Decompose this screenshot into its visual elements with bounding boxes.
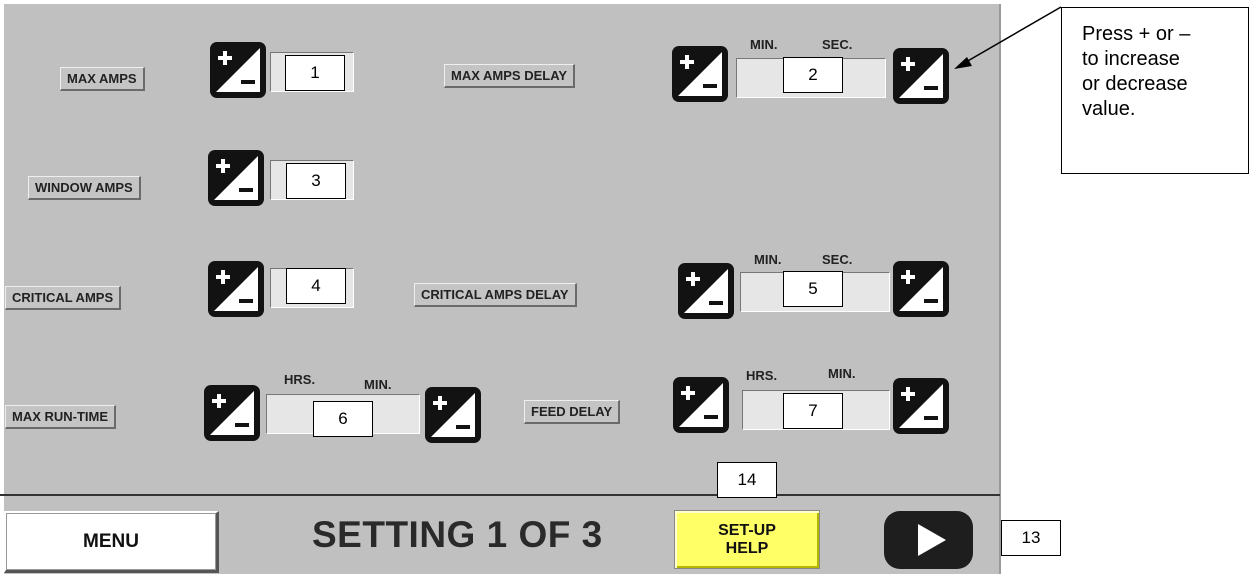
feed-delay-label: FEED DELAY bbox=[524, 400, 621, 424]
callout-line-3: or decrease bbox=[1082, 73, 1188, 95]
marker-13: 13 bbox=[1001, 520, 1061, 556]
marker-14: 14 bbox=[717, 462, 777, 498]
sec-unit-label: SEC. bbox=[822, 252, 853, 267]
callout-line-1: Press + or – bbox=[1082, 23, 1191, 45]
critical-amps-plus-minus-button[interactable] bbox=[208, 261, 264, 317]
plus-minus-icon bbox=[210, 391, 254, 435]
plus-minus-icon bbox=[899, 384, 943, 428]
plus-minus-icon bbox=[431, 393, 475, 437]
max-amps-delay-label: MAX AMPS DELAY bbox=[444, 64, 576, 88]
marker-5: 5 bbox=[783, 271, 843, 307]
max-amps-label: MAX AMPS bbox=[60, 67, 145, 91]
feed-delay-left-plus-minus-button[interactable] bbox=[673, 377, 729, 433]
max-amps-plus-minus-button[interactable] bbox=[210, 42, 266, 98]
max-run-time-label: MAX RUN-TIME bbox=[5, 405, 117, 429]
critical-amps-delay-label: CRITICAL AMPS DELAY bbox=[414, 283, 577, 307]
critical-amps-delay-left-plus-minus-button[interactable] bbox=[678, 263, 734, 319]
setup-help-button[interactable]: SET-UP HELP bbox=[674, 510, 820, 569]
critical-amps-label: CRITICAL AMPS bbox=[5, 286, 122, 310]
window-amps-label: WINDOW AMPS bbox=[28, 176, 141, 200]
plus-minus-icon bbox=[216, 48, 260, 92]
feed-delay-right-plus-minus-button[interactable] bbox=[893, 378, 949, 434]
marker-2: 2 bbox=[783, 57, 843, 93]
sec-unit-label: SEC. bbox=[822, 37, 853, 52]
plus-minus-icon bbox=[214, 156, 258, 200]
plus-minus-icon bbox=[678, 52, 722, 96]
critical-amps-delay-right-plus-minus-button[interactable] bbox=[893, 261, 949, 317]
min-unit-label: MIN. bbox=[754, 252, 782, 267]
min-unit-label: MIN. bbox=[750, 37, 778, 52]
marker-1: 1 bbox=[285, 55, 345, 91]
min-unit-label: MIN. bbox=[364, 377, 392, 392]
play-arrow-icon bbox=[918, 524, 946, 556]
marker-7: 7 bbox=[783, 393, 843, 429]
callout-box: Press + or – to increase or decrease val… bbox=[1061, 7, 1249, 174]
max-run-time-left-plus-minus-button[interactable] bbox=[204, 385, 260, 441]
hrs-unit-label: HRS. bbox=[746, 368, 778, 383]
plus-minus-icon bbox=[214, 267, 258, 311]
menu-button[interactable]: MENU bbox=[4, 511, 219, 573]
marker-4: 4 bbox=[286, 268, 346, 304]
setup-help-line1: SET-UP bbox=[718, 521, 776, 539]
plus-minus-icon bbox=[684, 269, 728, 313]
max-run-time-right-plus-minus-button[interactable] bbox=[425, 387, 481, 443]
plus-minus-icon bbox=[679, 383, 723, 427]
max-amps-delay-left-plus-minus-button[interactable] bbox=[672, 46, 728, 102]
page-title: SETTING 1 OF 3 bbox=[312, 514, 603, 555]
hrs-unit-label: HRS. bbox=[284, 372, 316, 387]
next-page-button[interactable] bbox=[884, 511, 973, 569]
min-unit-label: MIN. bbox=[828, 366, 856, 381]
callout-line-2: to increase bbox=[1082, 48, 1180, 70]
window-amps-plus-minus-button[interactable] bbox=[208, 150, 264, 206]
setup-help-line2: HELP bbox=[725, 539, 769, 557]
callout-line-4: value. bbox=[1082, 98, 1136, 120]
footer-divider bbox=[0, 494, 1000, 496]
plus-minus-icon bbox=[899, 267, 943, 311]
marker-3: 3 bbox=[286, 163, 346, 199]
marker-6: 6 bbox=[313, 401, 373, 437]
callout-arrow-icon bbox=[954, 6, 1062, 69]
